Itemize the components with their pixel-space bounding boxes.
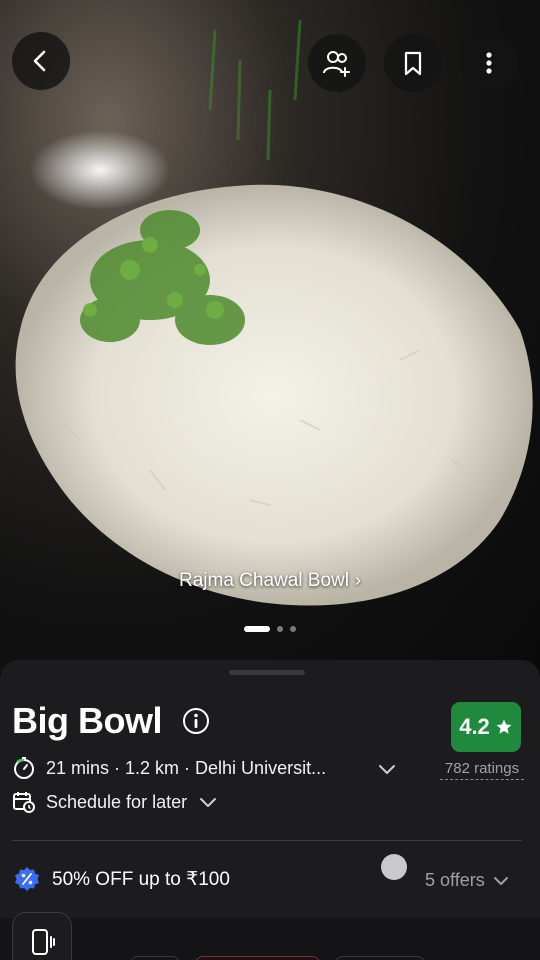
- chevron-left-icon: [33, 50, 46, 72]
- add-friends-button[interactable]: [308, 34, 366, 92]
- timer-icon: [14, 757, 34, 779]
- carousel-indicator: [0, 626, 540, 632]
- schedule-later-button[interactable]: Schedule for later: [12, 790, 219, 814]
- dish-caption-link[interactable]: Rajma Chawal Bowl ›: [0, 570, 540, 592]
- discount-badge-icon: [15, 867, 39, 891]
- chevron-down-icon: [493, 876, 508, 885]
- offers-count: 5 offers: [425, 870, 485, 890]
- restaurant-info-sheet: Big Bowl 4.2 782 ratings 21 mins · 1.2 k…: [0, 660, 540, 960]
- dish-image[interactable]: Rajma Chawal Bowl ›: [0, 0, 540, 672]
- more-vertical-icon: [486, 52, 492, 74]
- restaurant-name: Big Bowl: [12, 700, 162, 741]
- schedule-label: Schedule for later: [46, 791, 188, 812]
- video-toggle-button[interactable]: [12, 912, 72, 960]
- phone-vibrate-icon: [32, 929, 55, 955]
- chevron-down-icon: [200, 798, 217, 807]
- carousel-dot[interactable]: [244, 626, 270, 632]
- carousel-dot[interactable]: [277, 626, 283, 632]
- chevron-down-icon[interactable]: [376, 758, 398, 780]
- star-icon: [496, 719, 512, 734]
- calendar-clock-icon: [13, 792, 35, 813]
- rating-badge[interactable]: 4.2: [451, 702, 521, 752]
- more-options-button[interactable]: [460, 34, 518, 92]
- add-friends-icon: [323, 51, 350, 77]
- ratings-count-link[interactable]: 782 ratings: [440, 760, 524, 780]
- section-divider: [12, 840, 522, 841]
- carousel-dot[interactable]: [290, 626, 296, 632]
- rating-value: 4.2: [459, 714, 490, 739]
- filter-chip[interactable]: [130, 956, 180, 960]
- menu-section-peek: [0, 918, 540, 960]
- offer-banner[interactable]: 50% OFF up to ₹100: [14, 866, 230, 892]
- offer-text: 50% OFF up to ₹100: [52, 868, 230, 890]
- sheet-drag-handle[interactable]: [229, 670, 305, 675]
- filter-chip[interactable]: [335, 956, 425, 960]
- delivery-info-row[interactable]: 21 mins · 1.2 km · Delhi Universit...: [12, 756, 412, 780]
- back-button[interactable]: [12, 32, 70, 90]
- filter-chip[interactable]: [195, 956, 320, 960]
- delivery-info-text: 21 mins · 1.2 km · Delhi Universit...: [46, 757, 327, 778]
- offers-dropdown[interactable]: 5 offers: [425, 870, 511, 891]
- dish-caption-text: Rajma Chawal Bowl: [178, 570, 349, 591]
- bookmark-button[interactable]: [384, 34, 442, 92]
- info-icon[interactable]: [182, 707, 210, 735]
- bookmark-icon: [404, 51, 422, 76]
- touch-indicator: [381, 854, 407, 880]
- chevron-right-icon: ›: [355, 570, 361, 590]
